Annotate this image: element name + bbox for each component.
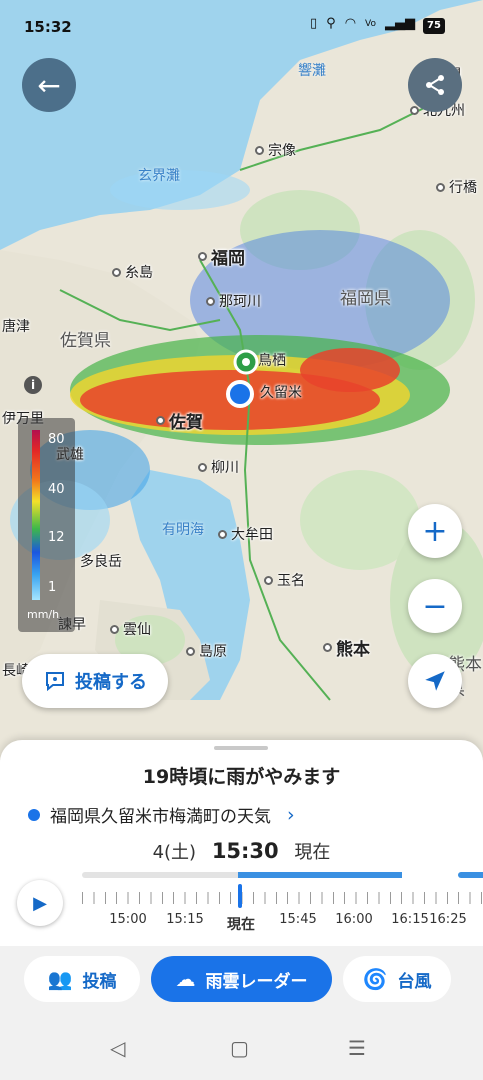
place-label: 那珂川: [206, 291, 261, 311]
current-location-button[interactable]: [408, 654, 462, 708]
nav-label: 台風: [397, 971, 432, 992]
back-icon[interactable]: ◁: [110, 1036, 125, 1060]
current-location-dot: [226, 380, 254, 408]
location-weather-link[interactable]: 福岡県久留米市梅満町の天気 ›: [28, 802, 295, 827]
place-label: 唐津: [2, 319, 30, 335]
legend-label: 1: [48, 580, 57, 595]
timeline-forecast-range: [458, 872, 483, 878]
play-button[interactable]: ▶: [17, 880, 63, 926]
place-label: 鳥栖: [258, 353, 286, 369]
timeline-forecast-range: [238, 872, 402, 878]
rain-cloud-icon: ☁: [175, 967, 196, 991]
sea-label: 響灘: [298, 63, 326, 79]
vibrate-icon: ▯: [310, 16, 318, 31]
place-label: 島原: [186, 641, 227, 661]
chevron-right-icon: ›: [287, 803, 295, 826]
timeline-label: 15:00: [109, 912, 147, 927]
place-label: 玉名: [264, 570, 305, 590]
legend-unit: mm/h: [27, 608, 60, 621]
volte-icon: Vo: [365, 18, 376, 29]
timeline-slider[interactable]: 15:00 15:15 現在 15:45 16:00 16:15 16:25: [82, 868, 483, 938]
rainfall-legend: 80 40 12 1 mm/h: [18, 418, 75, 632]
bottom-nav: 👥 投稿 ☁ 雨雲レーダー 🌀 台風: [0, 946, 483, 1014]
date-label: 4(土): [152, 842, 197, 863]
typhoon-icon: 🌀: [362, 967, 388, 991]
share-button[interactable]: [408, 58, 462, 112]
timeline-label: 16:25: [429, 912, 467, 927]
status-time: 15:32: [24, 18, 72, 36]
place-label: 佐賀: [156, 408, 203, 433]
place-label: 多良岳: [80, 554, 122, 570]
post-button-label: 投稿する: [75, 672, 147, 693]
back-button[interactable]: ←: [22, 58, 76, 112]
place-label: 柳川: [198, 457, 239, 477]
weather-sheet: 19時頃に雨がやみます 福岡県久留米市梅満町の天気 › 4(土) 15:30 現…: [0, 740, 483, 946]
zoom-in-button[interactable]: +: [408, 504, 462, 558]
nav-rain-radar[interactable]: ☁ 雨雲レーダー: [151, 956, 332, 1002]
timeline-label: 現在: [227, 917, 255, 933]
sea-label: 有明海: [162, 522, 204, 538]
region-label: 福岡県: [340, 289, 391, 309]
battery-icon: 75: [423, 18, 445, 34]
zoom-out-button[interactable]: −: [408, 579, 462, 633]
place-label: 久留米: [260, 385, 302, 401]
rain-forecast-text: 19時頃に雨がやみます: [142, 766, 341, 788]
place-label: 行橋: [436, 177, 477, 197]
location-icon: ⚲: [326, 16, 336, 31]
legend-label: 40: [48, 482, 65, 497]
people-icon: 👥: [47, 967, 73, 991]
nav-typhoon[interactable]: 🌀 台風: [343, 956, 451, 1002]
legend-color-bar: [32, 430, 40, 600]
current-datetime: 4(土) 15:30 現在: [0, 838, 483, 864]
location-markers: [226, 349, 259, 408]
home-icon[interactable]: ▢: [230, 1036, 249, 1060]
now-label: 現在: [294, 842, 331, 863]
place-label: 福岡: [198, 244, 245, 269]
place-label: 宗像: [255, 140, 296, 160]
timeline-label: 15:45: [279, 912, 317, 927]
post-bubble-icon: [46, 672, 64, 692]
timeline-label: 15:15: [166, 912, 204, 927]
nav-label: 投稿: [82, 971, 117, 992]
place-label: 糸島: [112, 262, 153, 282]
minus-icon: −: [422, 588, 448, 624]
timeline-label: 16:00: [335, 912, 373, 927]
place-label: 雲仙: [110, 619, 151, 639]
system-nav-bar: ◁ ▢ ☰: [0, 1014, 483, 1080]
share-icon: [426, 75, 444, 95]
arrow-left-icon: ←: [37, 68, 61, 102]
timeline-ticks: [82, 892, 483, 904]
place-label: 大牟田: [218, 524, 273, 544]
wifi-icon: ◠: [344, 16, 357, 31]
timeline-label: 16:15: [391, 912, 429, 927]
info-icon[interactable]: i: [24, 376, 42, 394]
recents-icon[interactable]: ☰: [348, 1036, 366, 1060]
sea-label: 玄界灘: [138, 168, 180, 184]
time-label: 15:30: [211, 839, 279, 863]
sheet-handle[interactable]: [214, 746, 268, 750]
place-label: 熊本: [323, 635, 370, 660]
post-button[interactable]: 投稿する: [22, 654, 168, 708]
location-dot-icon: [28, 808, 40, 821]
signal-icon: ▂▄▆: [385, 16, 415, 31]
plus-icon: +: [422, 513, 448, 549]
nav-posts[interactable]: 👥 投稿: [24, 956, 140, 1002]
play-icon: ▶: [33, 892, 47, 914]
location-name: 福岡県久留米市梅満町の天気: [50, 807, 271, 827]
timeline-cursor[interactable]: [238, 884, 242, 908]
navigation-arrow-icon: [425, 671, 445, 691]
region-label: 佐賀県: [60, 331, 111, 351]
legend-label: 12: [48, 530, 65, 545]
legend-label: 80: [48, 432, 65, 447]
nav-label: 雨雲レーダー: [205, 971, 308, 992]
status-bar: 15:32 ▯ ⚲ ◠ Vo ▂▄▆ 75: [0, 0, 483, 56]
